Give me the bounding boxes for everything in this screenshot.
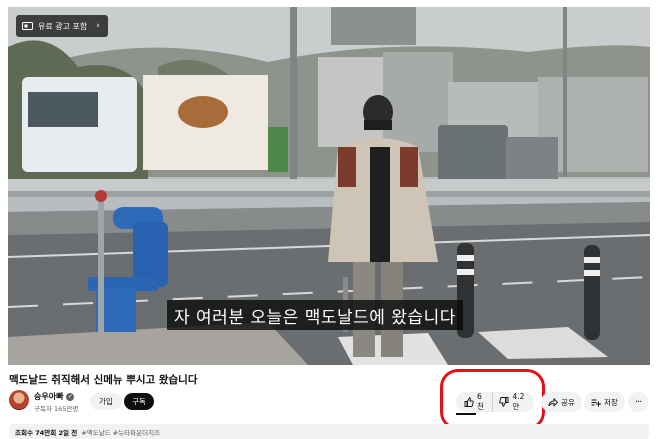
channel-name[interactable]: 승우아빠 [34, 391, 63, 402]
video-subtitle: 자 여러분 오늘은 맥도날드에 왔습니다 [167, 300, 463, 330]
save-button[interactable]: 저장 [584, 392, 625, 412]
verified-icon: ✓ [66, 392, 75, 401]
hashtags[interactable]: #맥도날드 #뉴타파운더치즈 [81, 429, 160, 437]
share-icon [548, 397, 558, 407]
views-and-date: 조회수 74만회 2일 전 [15, 429, 78, 437]
video-player[interactable]: 유료 광고 포함 › 자 여러분 오늘은 맥도날드에 왔습니다 [8, 7, 650, 365]
chevron-right-icon: › [96, 21, 100, 31]
save-label: 저장 [604, 397, 618, 407]
join-button[interactable]: 가입 [90, 393, 122, 410]
share-label: 공유 [561, 397, 575, 407]
paid-badge-label: 유료 광고 포함 [38, 21, 88, 31]
save-icon [591, 398, 601, 407]
subscribe-button[interactable]: 구독 [124, 393, 154, 410]
description-box[interactable]: 조회수 74만회 2일 전 #맥도날드 #뉴타파운더치즈 [9, 424, 649, 439]
ad-badge-icon [22, 21, 33, 31]
channel-name-row[interactable]: 승우아빠 ✓ [34, 391, 75, 402]
more-icon: ··· [634, 396, 642, 408]
more-button[interactable]: ··· [628, 392, 648, 412]
highlight-circle [440, 369, 545, 430]
paid-promotion-badge[interactable]: 유료 광고 포함 › [16, 15, 108, 37]
channel-avatar[interactable] [9, 390, 29, 410]
video-title: 맥도날드 취직해서 신메뉴 뿌시고 왔습니다 [9, 374, 198, 386]
subscriber-count: 구독자 165만명 [34, 405, 79, 413]
share-button[interactable]: 공유 [541, 392, 582, 412]
